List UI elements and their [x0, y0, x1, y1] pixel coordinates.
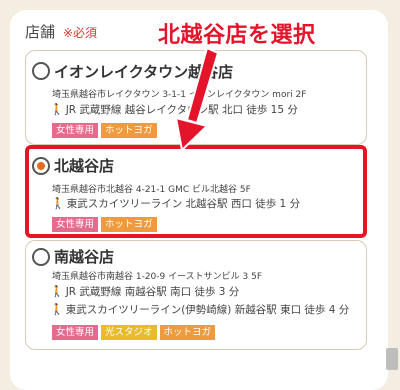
store-option-kitakoshigaya[interactable]: 北越谷店 埼玉県越谷市北越谷 4-21-1 GMC ビル北越谷 5F 🚶 東武スカ…	[25, 145, 367, 238]
access-text: 東武スカイツリーライン(伊勢崎線) 新越谷駅 東口 徒歩 4 分	[65, 304, 350, 316]
walking-person-icon: 🚶	[50, 285, 64, 298]
access-text: JR 武蔵野線 越谷レイクタウン駅 北口 徒歩 15 分	[65, 104, 298, 116]
access-line: 🚶 JR 武蔵野線 南越谷駅 南口 徒歩 3 分	[50, 284, 239, 299]
radio-selected-dot	[37, 162, 45, 170]
access-text: 東武スカイツリーライン 北越谷駅 西口 徒歩 1 分	[66, 198, 301, 210]
walking-person-icon: 🚶	[51, 197, 65, 210]
annotation-callout: 北越谷店を選択	[158, 23, 316, 48]
tag-women-only: 女性専用	[52, 217, 99, 232]
store-radio[interactable]	[32, 248, 50, 266]
store-name: 北越谷店	[54, 157, 115, 175]
walking-person-icon: 🚶	[50, 303, 64, 316]
access-text: JR 武蔵野線 南越谷駅 南口 徒歩 3 分	[65, 286, 240, 298]
tag-hot-yoga: ホットヨガ	[101, 123, 157, 138]
store-option-aeon-laketown[interactable]: イオンレイクタウン越谷店 埼玉県越谷市レイクタウン 3-1-1 イオンレイクタウ…	[25, 50, 367, 145]
store-radio-selected[interactable]	[32, 157, 50, 175]
store-tags: 女性専用 ホットヨガ	[52, 217, 157, 232]
tag-hot-yoga: ホットヨガ	[101, 217, 157, 232]
store-address: 埼玉県越谷市南越谷 1-20-9 イーストサンビル 3 5F	[52, 272, 263, 282]
tag-women-only: 女性専用	[52, 123, 99, 138]
store-tags: 女性専用 ホットヨガ	[52, 123, 157, 138]
section-label: 店舗	[25, 23, 56, 41]
store-tags: 女性専用 光スタジオ ホットヨガ	[52, 325, 216, 340]
store-address: 埼玉県越谷市北越谷 4-21-1 GMC ビル北越谷 5F	[52, 185, 251, 195]
tag-hot-yoga: ホットヨガ	[159, 325, 216, 340]
access-line: 🚶 JR 武蔵野線 越谷レイクタウン駅 北口 徒歩 15 分	[50, 102, 298, 117]
tag-light-studio: 光スタジオ	[101, 325, 157, 340]
store-radio[interactable]	[32, 62, 50, 80]
store-name: イオンレイクタウン越谷店	[54, 63, 234, 81]
store-name: 南越谷店	[54, 248, 115, 266]
required-badge: ※必須	[63, 26, 98, 40]
store-option-minamikoshigaya[interactable]: 南越谷店 埼玉県越谷市南越谷 1-20-9 イーストサンビル 3 5F 🚶 JR …	[25, 240, 367, 350]
access-line: 🚶 東武スカイツリーライン(伊勢崎線) 新越谷駅 東口 徒歩 4 分	[50, 302, 349, 317]
tag-women-only: 女性専用	[52, 325, 99, 340]
access-line: 🚶 東武スカイツリーライン 北越谷駅 西口 徒歩 1 分	[51, 196, 300, 211]
walking-person-icon: 🚶	[50, 103, 64, 116]
store-address: 埼玉県越谷市レイクタウン 3-1-1 イオンレイクタウン mori 2F	[52, 90, 307, 100]
scrollbar[interactable]	[386, 348, 398, 370]
